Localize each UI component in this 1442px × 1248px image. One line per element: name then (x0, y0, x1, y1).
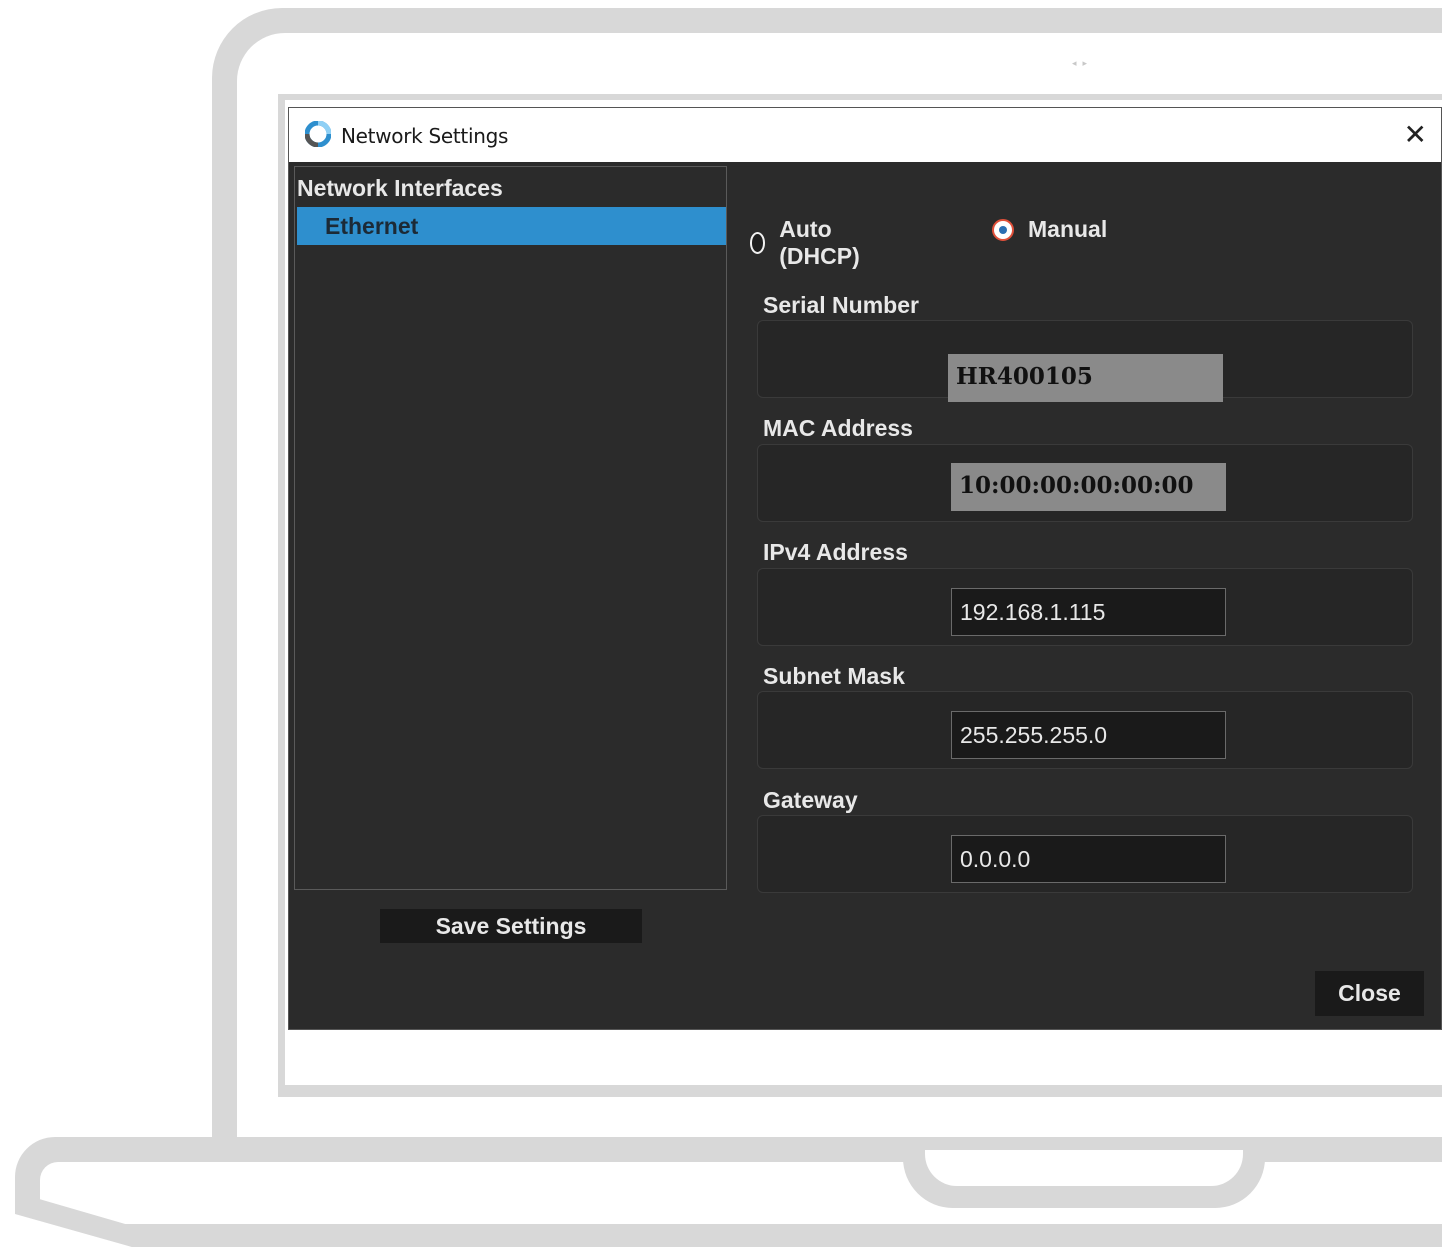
mac-address-field: 10:00:00:00:00:00 (951, 463, 1226, 511)
window-title: Network Settings (341, 124, 509, 148)
radio-manual[interactable]: Manual (992, 216, 1107, 243)
serial-number-field: HR400105 (948, 354, 1223, 402)
title-bar: Network Settings ✕ (289, 108, 1441, 162)
close-button[interactable]: Close (1315, 971, 1424, 1016)
network-settings-dialog: Network Settings ✕ Network Interfaces Et… (288, 107, 1442, 1030)
radio-unchecked-icon (750, 232, 766, 254)
ipv4-address-input[interactable]: 192.168.1.115 (951, 588, 1226, 636)
ipv4-address-label: IPv4 Address (763, 539, 908, 565)
laptop-notch-inner (925, 1150, 1243, 1186)
subnet-mask-input[interactable]: 255.255.255.0 (951, 711, 1226, 759)
radio-checked-icon (992, 218, 1014, 241)
save-settings-button[interactable]: Save Settings (380, 909, 642, 943)
mac-address-label: MAC Address (763, 415, 913, 441)
camera-icon: ◂▸ (1072, 58, 1094, 68)
interfaces-header: Network Interfaces (297, 175, 503, 201)
gateway-label: Gateway (763, 787, 858, 813)
interfaces-list: Network Interfaces Ethernet (294, 166, 727, 890)
interface-item-ethernet[interactable]: Ethernet (297, 207, 726, 245)
radio-auto-dhcp[interactable]: Auto (DHCP) (750, 216, 866, 270)
gateway-input[interactable]: 0.0.0.0 (951, 835, 1226, 883)
radio-auto-label: Auto (DHCP) (779, 216, 860, 269)
close-icon[interactable]: ✕ (1404, 118, 1427, 151)
radio-manual-label: Manual (1028, 216, 1108, 242)
app-logo-icon (305, 121, 331, 147)
serial-number-label: Serial Number (763, 292, 919, 318)
subnet-mask-label: Subnet Mask (763, 663, 905, 689)
